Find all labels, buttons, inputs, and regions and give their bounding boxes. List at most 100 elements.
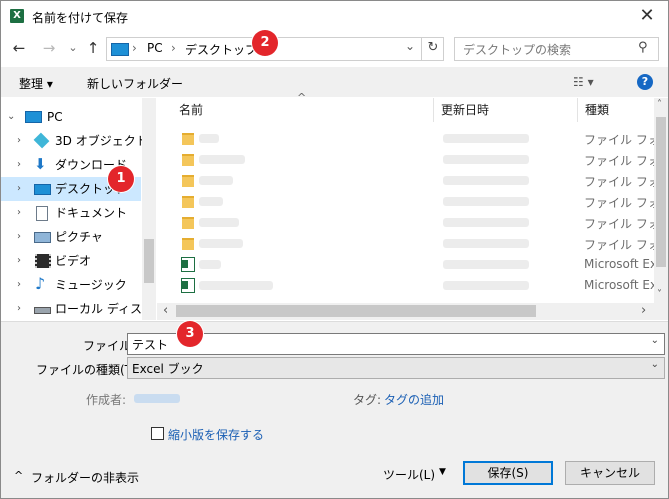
folder-icon bbox=[182, 175, 194, 187]
hide-folders-button[interactable]: フォルダーの非表示 bbox=[31, 469, 139, 486]
excel-app-icon: X bbox=[10, 9, 24, 23]
callout-badge-3: 3 bbox=[177, 321, 203, 347]
column-header-name[interactable]: 名前 bbox=[179, 98, 203, 122]
filetype-select[interactable]: Excel ブック ⌄ bbox=[127, 357, 665, 379]
expand-chevron-icon[interactable]: › bbox=[17, 273, 21, 297]
sidebar-item-pc[interactable]: ⌄ PC bbox=[1, 105, 141, 129]
file-type: ファイル フォルダー bbox=[584, 238, 654, 252]
file-list-scroll-thumb[interactable] bbox=[656, 117, 666, 267]
music-note-icon: ♪ bbox=[35, 274, 46, 293]
expand-chevron-icon[interactable]: › bbox=[17, 297, 21, 320]
recent-locations-chevron-icon[interactable]: ⌄ bbox=[63, 38, 83, 58]
sidebar-item-local-disk[interactable]: › ローカル ディスク (C bbox=[1, 297, 156, 320]
column-header-date-modified[interactable]: 更新日時 bbox=[441, 98, 489, 122]
pc-icon bbox=[111, 43, 129, 56]
expand-chevron-icon[interactable]: › bbox=[17, 225, 21, 249]
filename-value[interactable]: テスト bbox=[132, 336, 168, 353]
folder-icon bbox=[182, 217, 194, 229]
column-header-type[interactable]: 種類 bbox=[585, 98, 609, 122]
redacted-date bbox=[443, 155, 529, 164]
address-dropdown-chevron-icon[interactable]: ⌄ bbox=[405, 39, 415, 53]
excel-file-icon bbox=[181, 257, 195, 272]
desktop-icon bbox=[34, 184, 51, 195]
refresh-icon[interactable]: ↻ bbox=[421, 37, 444, 61]
pc-icon bbox=[25, 111, 42, 123]
sidebar-item-pictures[interactable]: › ピクチャ bbox=[1, 225, 141, 249]
file-type: Microsoft Excel bbox=[584, 257, 654, 271]
forward-arrow-icon[interactable]: → bbox=[39, 38, 59, 58]
file-type: ファイル フォルダー bbox=[584, 133, 654, 147]
redacted-filename bbox=[199, 134, 219, 143]
expand-chevron-icon[interactable]: › bbox=[17, 201, 21, 225]
file-list-row[interactable]: ファイル フォルダー bbox=[157, 191, 654, 212]
expand-chevron-icon[interactable]: › bbox=[17, 129, 21, 153]
column-divider[interactable] bbox=[433, 98, 434, 122]
drive-icon bbox=[34, 307, 51, 314]
search-placeholder[interactable]: デスクトップの検索 bbox=[463, 41, 571, 58]
close-button[interactable]: ✕ bbox=[629, 3, 665, 29]
save-button[interactable]: 保存(S) bbox=[463, 461, 553, 485]
filename-dropdown-chevron-icon[interactable]: ⌄ bbox=[651, 335, 659, 346]
help-icon[interactable]: ? bbox=[637, 74, 653, 90]
new-folder-button[interactable]: 新しいフォルダー bbox=[87, 75, 183, 92]
up-arrow-icon[interactable]: ↑ bbox=[83, 38, 103, 58]
view-options-icon[interactable]: ☷ ▾ bbox=[573, 75, 594, 89]
filetype-label: ファイルの種類(T): bbox=[36, 363, 141, 377]
excel-file-icon bbox=[181, 278, 195, 293]
hide-folders-chevron-icon[interactable]: ^ bbox=[14, 469, 23, 482]
expand-chevron-icon[interactable]: › bbox=[17, 153, 21, 177]
folder-icon bbox=[182, 238, 194, 250]
redacted-author[interactable] bbox=[134, 394, 180, 403]
redacted-date bbox=[443, 218, 529, 227]
file-list-row[interactable]: ファイル フォルダー bbox=[157, 128, 654, 149]
file-list-row[interactable]: Microsoft Excel bbox=[157, 254, 654, 275]
file-list-row[interactable]: ファイル フォルダー bbox=[157, 212, 654, 233]
filetype-dropdown-chevron-icon[interactable]: ⌄ bbox=[651, 359, 659, 370]
video-icon bbox=[35, 254, 51, 268]
sidebar-item-label: ドキュメント bbox=[55, 206, 128, 220]
organize-menu[interactable]: 整理 ▾ bbox=[19, 75, 53, 92]
redacted-date bbox=[443, 134, 529, 143]
sidebar-item-videos[interactable]: › ビデオ bbox=[1, 249, 141, 273]
back-arrow-icon[interactable]: ← bbox=[9, 38, 29, 58]
expand-chevron-icon[interactable]: › bbox=[17, 249, 21, 273]
redacted-filename bbox=[199, 260, 221, 269]
file-type: ファイル フォルダー bbox=[584, 196, 654, 210]
file-list-row[interactable]: Microsoft Excel bbox=[157, 275, 654, 296]
command-toolbar: 整理 ▾ 新しいフォルダー ☷ ▾ ? bbox=[1, 67, 668, 97]
search-icon[interactable]: ⚲ bbox=[638, 40, 648, 55]
horizontal-scroll-thumb[interactable] bbox=[176, 305, 536, 317]
file-list-row[interactable]: ファイル フォルダー bbox=[157, 149, 654, 170]
file-list-row[interactable]: ファイル フォルダー bbox=[157, 233, 654, 254]
save-thumbnail-checkbox[interactable] bbox=[151, 427, 164, 440]
save-thumbnail-label[interactable]: 縮小版を保存する bbox=[168, 426, 264, 443]
collapse-chevron-icon[interactable]: ⌄ bbox=[7, 105, 15, 129]
tools-dropdown-arrow-icon[interactable]: ▼ bbox=[439, 467, 446, 477]
redacted-date bbox=[443, 281, 529, 290]
redacted-filename bbox=[199, 155, 245, 164]
navigation-pane-scroll-thumb[interactable] bbox=[144, 239, 154, 283]
search-box[interactable]: デスクトップの検索 ⚲ bbox=[454, 37, 659, 61]
sidebar-item-3d-objects[interactable]: › 3D オブジェクト bbox=[1, 129, 148, 153]
sidebar-item-music[interactable]: › ♪ ミュージック bbox=[1, 273, 141, 297]
cancel-button[interactable]: キャンセル bbox=[565, 461, 655, 485]
sidebar-item-label: ミュージック bbox=[55, 278, 127, 292]
file-list-row[interactable]: ファイル フォルダー bbox=[157, 170, 654, 191]
scroll-up-icon[interactable]: ˄ bbox=[657, 99, 662, 110]
expand-chevron-icon[interactable]: › bbox=[17, 177, 21, 201]
scroll-left-icon[interactable]: ‹ bbox=[163, 303, 168, 318]
scroll-right-icon[interactable]: › bbox=[641, 303, 646, 318]
column-divider[interactable] bbox=[577, 98, 578, 122]
folder-icon bbox=[182, 196, 194, 208]
scroll-down-icon[interactable]: ˅ bbox=[657, 289, 662, 300]
redacted-filename bbox=[199, 281, 273, 290]
breadcrumb-pc[interactable]: PC bbox=[147, 41, 163, 55]
breadcrumb-desktop[interactable]: デスクトップ bbox=[185, 41, 257, 58]
sidebar-item-documents[interactable]: › ドキュメント bbox=[1, 201, 141, 225]
sort-ascending-icon: ^ bbox=[297, 91, 307, 104]
filename-input[interactable]: テスト ⌄ bbox=[127, 333, 665, 355]
redacted-filename bbox=[199, 218, 239, 227]
add-tag-link[interactable]: タグの追加 bbox=[384, 391, 444, 408]
tools-menu[interactable]: ツール(L) bbox=[383, 466, 435, 483]
navigation-pane-scrollbar[interactable] bbox=[142, 98, 156, 320]
